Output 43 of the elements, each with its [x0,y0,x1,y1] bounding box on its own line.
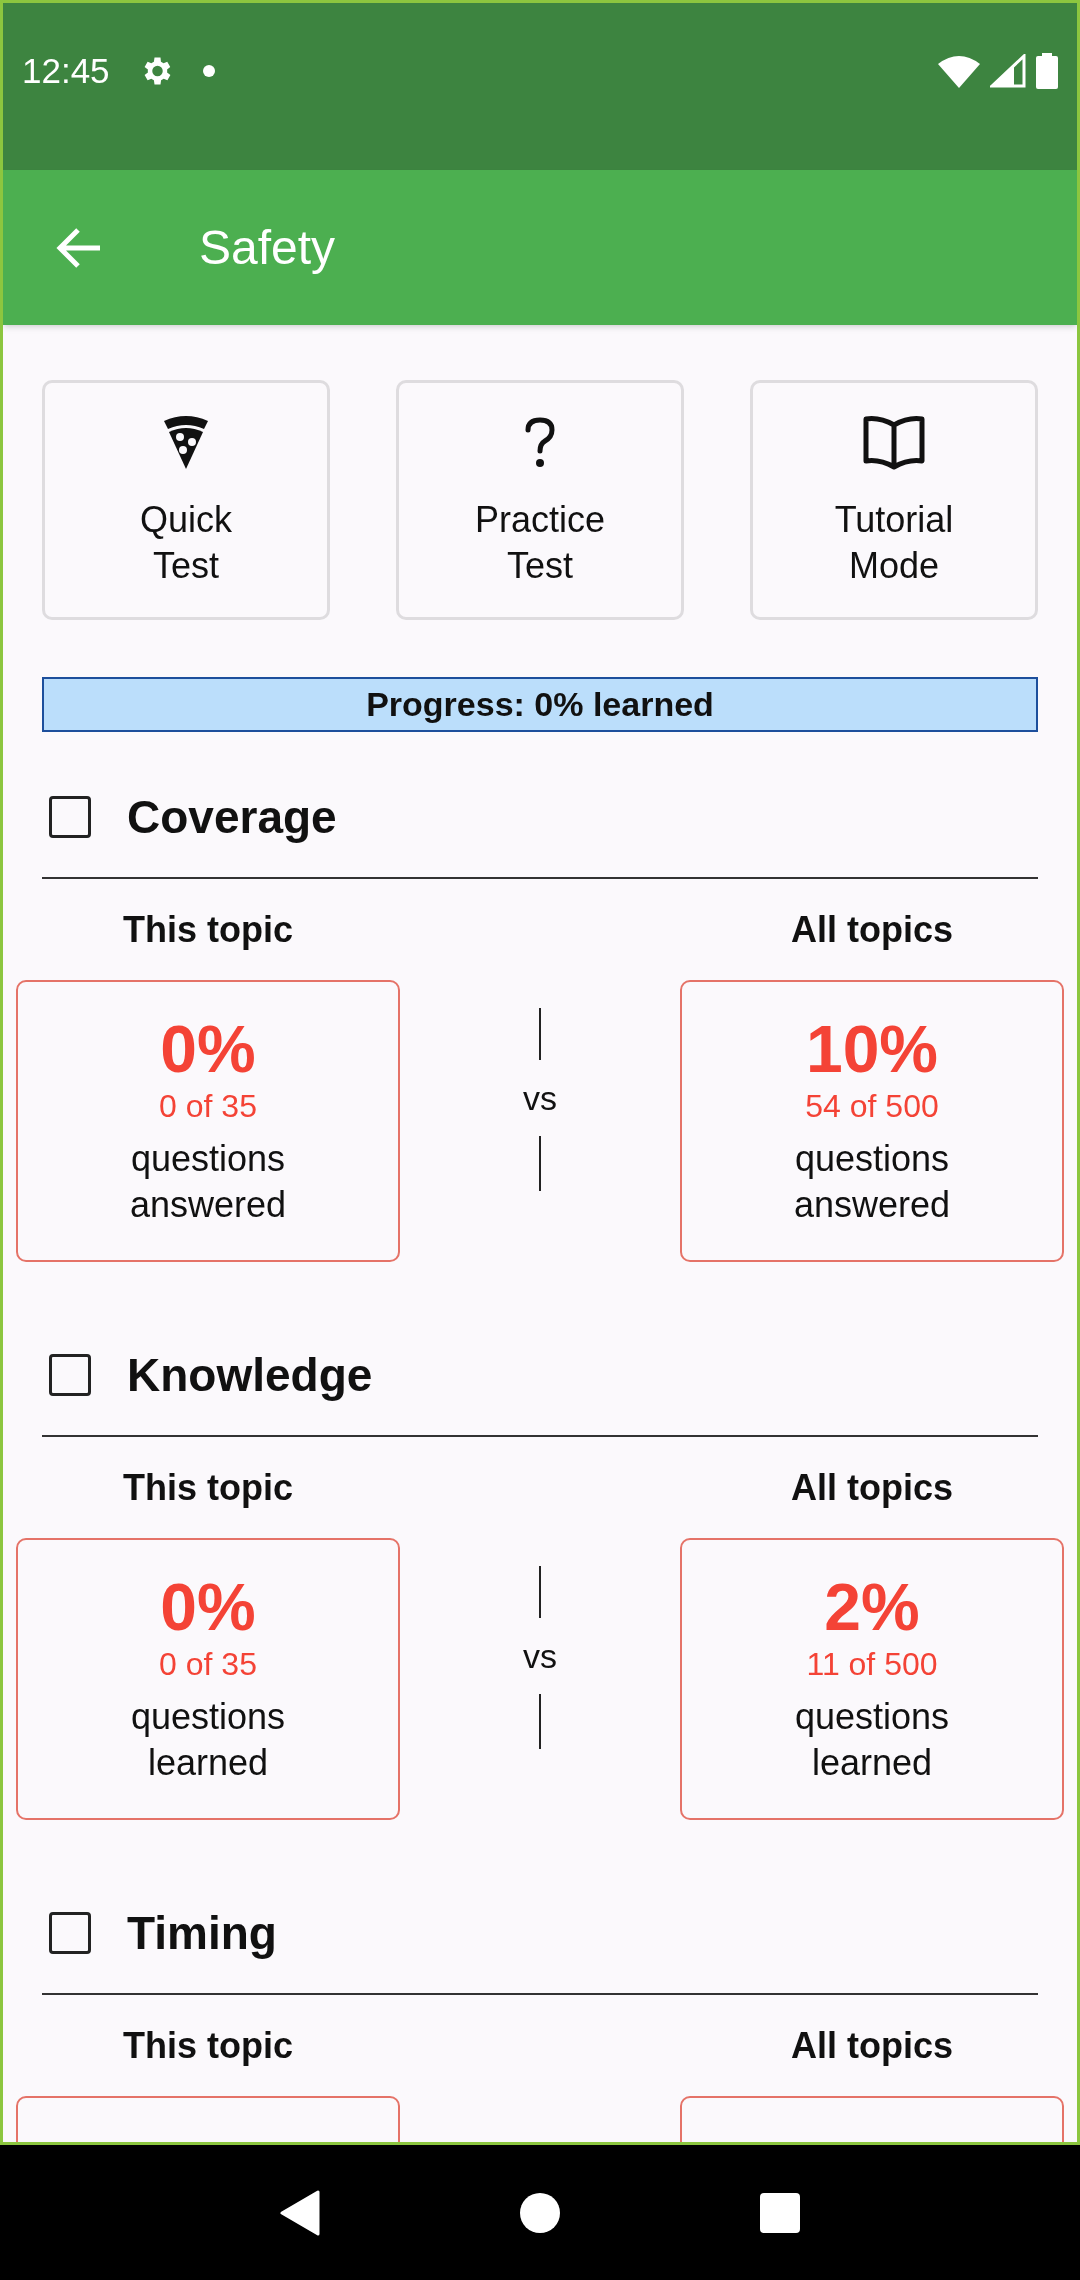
open-book-icon [862,415,926,471]
percent-value: 10% [805,1012,939,1086]
caption-text: questions answered [129,1137,287,1227]
column-heading: This topic [123,908,293,952]
column-heading: This topic [123,2024,293,2068]
status-time: 12:45 [22,49,110,92]
column-heading: All topics [791,1466,953,1510]
recents-nav-icon[interactable] [760,2192,801,2233]
back-arrow-icon[interactable] [56,227,102,268]
wifi-icon [938,54,980,88]
column-heading: All topics [791,2024,953,2068]
versus-label: vs [523,1078,557,1119]
versus-label: vs [523,1636,557,1677]
checkbox[interactable] [49,796,91,838]
screen-title: Safety [199,219,336,276]
home-nav-icon[interactable] [519,2191,561,2234]
count-label: 0 of 35 [159,1645,257,1684]
checkbox[interactable] [49,1912,91,1954]
signal-icon [990,54,1026,88]
mode-button[interactable]: Tutorial Mode [750,380,1038,620]
progress-banner: Progress: 0% learned [42,677,1038,732]
column-heading: All topics [791,908,953,952]
checkbox[interactable] [49,1354,91,1396]
back-nav-icon[interactable] [279,2189,320,2236]
percent-value: 0% [160,1570,256,1644]
caption-text: questions answered [793,1137,951,1227]
mode-button[interactable]: Practice Test [396,380,684,620]
question-mark-icon [524,417,556,469]
pizza-slice-icon [162,415,210,471]
battery-icon [1036,53,1058,89]
section-title: Timing [127,1905,277,1961]
percent-value: 2% [824,1570,920,1644]
caption-text: questions learned [794,1695,950,1785]
section-title: Coverage [127,789,337,845]
column-heading: This topic [123,1466,293,1510]
percent-value: 0% [160,1012,256,1086]
count-label: 0 of 35 [159,1087,257,1126]
count-label: 54 of 500 [805,1087,939,1126]
caption-text: questions learned [130,1695,286,1785]
count-label: 11 of 500 [806,1645,938,1684]
notification-dot-icon [201,64,216,78]
section-title: Knowledge [127,1347,373,1403]
mode-button[interactable]: Quick Test [42,380,330,620]
